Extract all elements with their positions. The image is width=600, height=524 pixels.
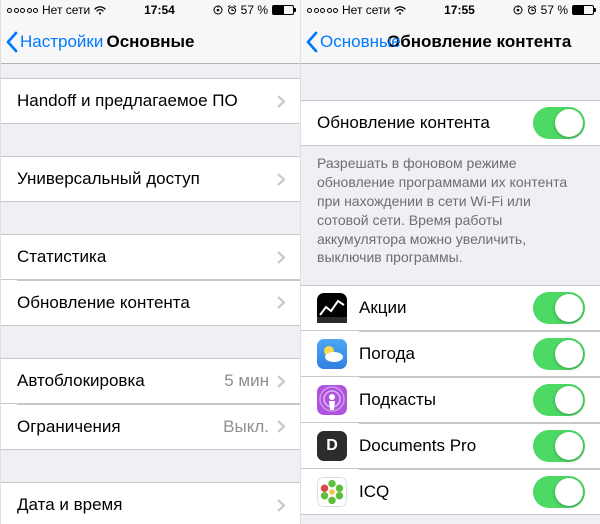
row-app-weather[interactable]: Погода bbox=[301, 331, 600, 377]
row-restrictions[interactable]: Ограничения Выкл. bbox=[1, 404, 300, 450]
toggle-switch[interactable] bbox=[533, 107, 585, 139]
rotation-lock-icon bbox=[513, 5, 523, 15]
row-label: Обновление контента bbox=[317, 113, 533, 133]
status-bar: Нет сети 17:55 57 % bbox=[301, 0, 600, 20]
nav-back-label: Настройки bbox=[20, 32, 103, 52]
row-label: Автоблокировка bbox=[17, 371, 224, 391]
weather-icon bbox=[317, 339, 347, 369]
battery-icon bbox=[272, 5, 294, 15]
documents-icon: D bbox=[317, 431, 347, 461]
row-handoff[interactable]: Handoff и предлагаемое ПО bbox=[1, 78, 300, 124]
row-label: Handoff и предлагаемое ПО bbox=[17, 91, 277, 111]
battery-percent: 57 % bbox=[241, 3, 268, 17]
toggle-switch[interactable] bbox=[533, 476, 585, 508]
row-background-refresh[interactable]: Обновление контента bbox=[1, 280, 300, 326]
status-right: 57 % bbox=[513, 3, 594, 17]
nav-bar: Настройки Основные bbox=[1, 20, 300, 64]
row-value: Выкл. bbox=[223, 417, 269, 437]
chevron-right-icon bbox=[277, 296, 285, 309]
row-label: Обновление контента bbox=[17, 293, 277, 313]
battery-percent: 57 % bbox=[541, 3, 568, 17]
row-label: Подкасты bbox=[359, 390, 533, 410]
section-footer: Разрешать в фоновом режиме обновление пр… bbox=[301, 146, 600, 267]
row-app-documents[interactable]: D Documents Pro bbox=[301, 423, 600, 469]
row-label: Дата и время bbox=[17, 495, 277, 515]
row-label: Акции bbox=[359, 298, 533, 318]
row-usage[interactable]: Статистика bbox=[1, 234, 300, 280]
stocks-icon bbox=[317, 293, 347, 323]
signal-dots-icon bbox=[7, 8, 38, 13]
carrier-text: Нет сети bbox=[342, 3, 390, 17]
status-right: 57 % bbox=[213, 3, 294, 17]
phone-right: Нет сети 17:55 57 % Основные Обновление … bbox=[300, 0, 600, 524]
row-app-podcasts[interactable]: Подкасты bbox=[301, 377, 600, 423]
row-value: 5 мин bbox=[224, 371, 269, 391]
row-app-stocks[interactable]: Акции bbox=[301, 285, 600, 331]
toggle-switch[interactable] bbox=[533, 384, 585, 416]
row-master-toggle[interactable]: Обновление контента bbox=[301, 100, 600, 146]
chevron-right-icon bbox=[277, 420, 285, 433]
chevron-right-icon bbox=[277, 173, 285, 186]
status-bar: Нет сети 17:54 57 % bbox=[1, 0, 300, 20]
status-time: 17:54 bbox=[144, 3, 175, 17]
wifi-icon bbox=[94, 5, 106, 15]
row-label: Универсальный доступ bbox=[17, 169, 277, 189]
chevron-right-icon bbox=[277, 251, 285, 264]
row-label: Ограничения bbox=[17, 417, 223, 437]
row-label: Погода bbox=[359, 344, 533, 364]
row-autolock[interactable]: Автоблокировка 5 мин bbox=[1, 358, 300, 404]
icq-icon bbox=[317, 477, 347, 507]
status-left: Нет сети bbox=[7, 3, 106, 17]
chevron-right-icon bbox=[277, 499, 285, 512]
chevron-right-icon bbox=[277, 95, 285, 108]
chevron-right-icon bbox=[277, 375, 285, 388]
rotation-lock-icon bbox=[213, 5, 223, 15]
wifi-icon bbox=[394, 5, 406, 15]
row-label: Documents Pro bbox=[359, 436, 533, 456]
row-label: Статистика bbox=[17, 247, 277, 267]
row-label: ICQ bbox=[359, 482, 533, 502]
content: Обновление контента Разрешать в фоновом … bbox=[301, 64, 600, 524]
row-accessibility[interactable]: Универсальный доступ bbox=[1, 156, 300, 202]
status-time: 17:55 bbox=[444, 3, 475, 17]
row-date-time[interactable]: Дата и время bbox=[1, 482, 300, 524]
alarm-icon bbox=[227, 5, 237, 15]
podcasts-icon bbox=[317, 385, 347, 415]
nav-back-button[interactable]: Настройки bbox=[5, 31, 103, 53]
nav-back-label: Основные bbox=[320, 32, 401, 52]
toggle-switch[interactable] bbox=[533, 338, 585, 370]
signal-dots-icon bbox=[307, 8, 338, 13]
alarm-icon bbox=[527, 5, 537, 15]
battery-icon bbox=[572, 5, 594, 15]
phone-left: Нет сети 17:54 57 % Настройки Основные bbox=[0, 0, 300, 524]
content: Handoff и предлагаемое ПО Универсальный … bbox=[1, 64, 300, 524]
row-app-icq[interactable]: ICQ bbox=[301, 469, 600, 515]
toggle-switch[interactable] bbox=[533, 430, 585, 462]
status-left: Нет сети bbox=[307, 3, 406, 17]
toggle-switch[interactable] bbox=[533, 292, 585, 324]
carrier-text: Нет сети bbox=[42, 3, 90, 17]
nav-bar: Основные Обновление контента bbox=[301, 20, 600, 64]
nav-back-button[interactable]: Основные bbox=[305, 31, 401, 53]
